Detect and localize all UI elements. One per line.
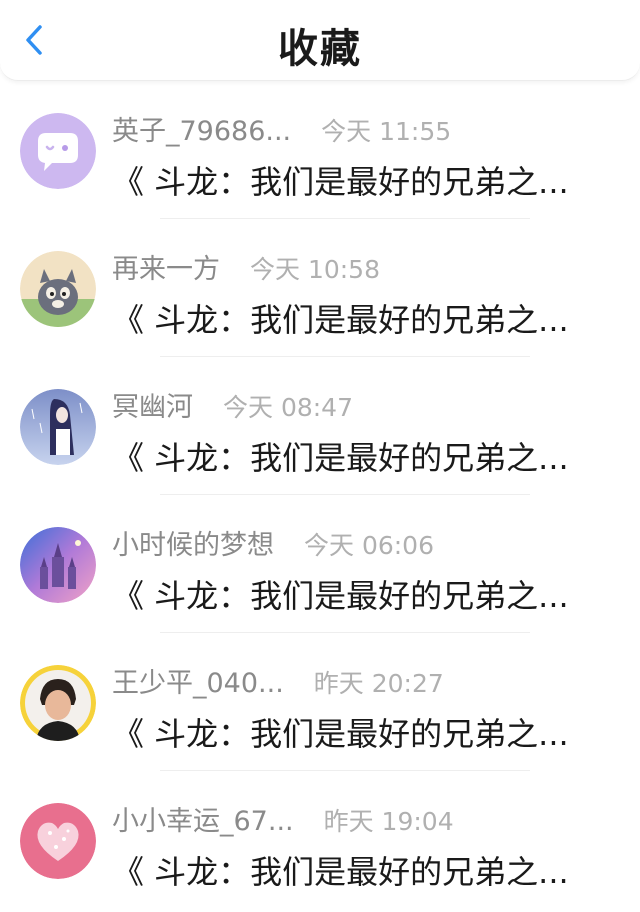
sender-name: 再来一方 [112,254,220,285]
avatar[interactable] [20,113,96,189]
timestamp: 昨天 20:27 [313,669,444,698]
avatar[interactable] [20,527,96,603]
timestamp: 今天 06:06 [304,531,434,560]
message-preview: 《 斗龙：我们是最好的兄弟之... [112,715,569,753]
top-bar: 收藏 [0,0,640,81]
sender-name: 王少平_040... [112,668,284,699]
message-preview: 《 斗龙：我们是最好的兄弟之... [112,577,569,615]
avatar[interactable] [20,251,96,327]
timestamp: 今天 10:58 [250,255,380,284]
message-preview: 《 斗龙：我们是最好的兄弟之... [112,163,569,201]
anime-girl-avatar-icon [20,389,96,465]
cartoon-cat-avatar-icon [20,251,96,327]
list-item[interactable]: 再来一方 今天 10:58 《 斗龙：我们是最好的兄弟之... [0,219,640,357]
person-photo-avatar-icon [20,665,96,741]
sender-name: 小小幸运_67... [112,806,294,837]
sender-name: 小时候的梦想 [112,530,274,561]
list-item[interactable]: 英子_79686... 今天 11:55 《 斗龙：我们是最好的兄弟之... [0,81,640,219]
message-preview: 《 斗龙：我们是最好的兄弟之... [112,439,569,477]
avatar[interactable] [20,389,96,465]
list-item[interactable]: 冥幽河 今天 08:47 《 斗龙：我们是最好的兄弟之... [0,357,640,495]
list-item[interactable]: 小时候的梦想 今天 06:06 《 斗龙：我们是最好的兄弟之... [0,495,640,633]
list-item[interactable]: 王少平_040... 昨天 20:27 《 斗龙：我们是最好的兄弟之... [0,633,640,771]
timestamp: 今天 11:55 [321,117,452,146]
timestamp: 今天 08:47 [223,393,353,422]
page-title: 收藏 [278,26,362,72]
chat-bubble-avatar-icon [20,113,96,189]
sender-name: 英子_79686... [112,116,292,147]
favorites-list: 英子_79686... 今天 11:55 《 斗龙：我们是最好的兄弟之... 再… [0,81,640,909]
message-preview: 《 斗龙：我们是最好的兄弟之... [112,853,569,891]
timestamp: 昨天 19:04 [323,807,454,836]
list-item[interactable]: 小小幸运_67... 昨天 19:04 《 斗龙：我们是最好的兄弟之... [0,771,640,909]
heart-avatar-icon [20,803,96,879]
avatar[interactable] [20,665,96,741]
message-preview: 《 斗龙：我们是最好的兄弟之... [112,301,569,339]
castle-avatar-icon [20,527,96,603]
avatar[interactable] [20,803,96,879]
sender-name: 冥幽河 [112,392,193,423]
